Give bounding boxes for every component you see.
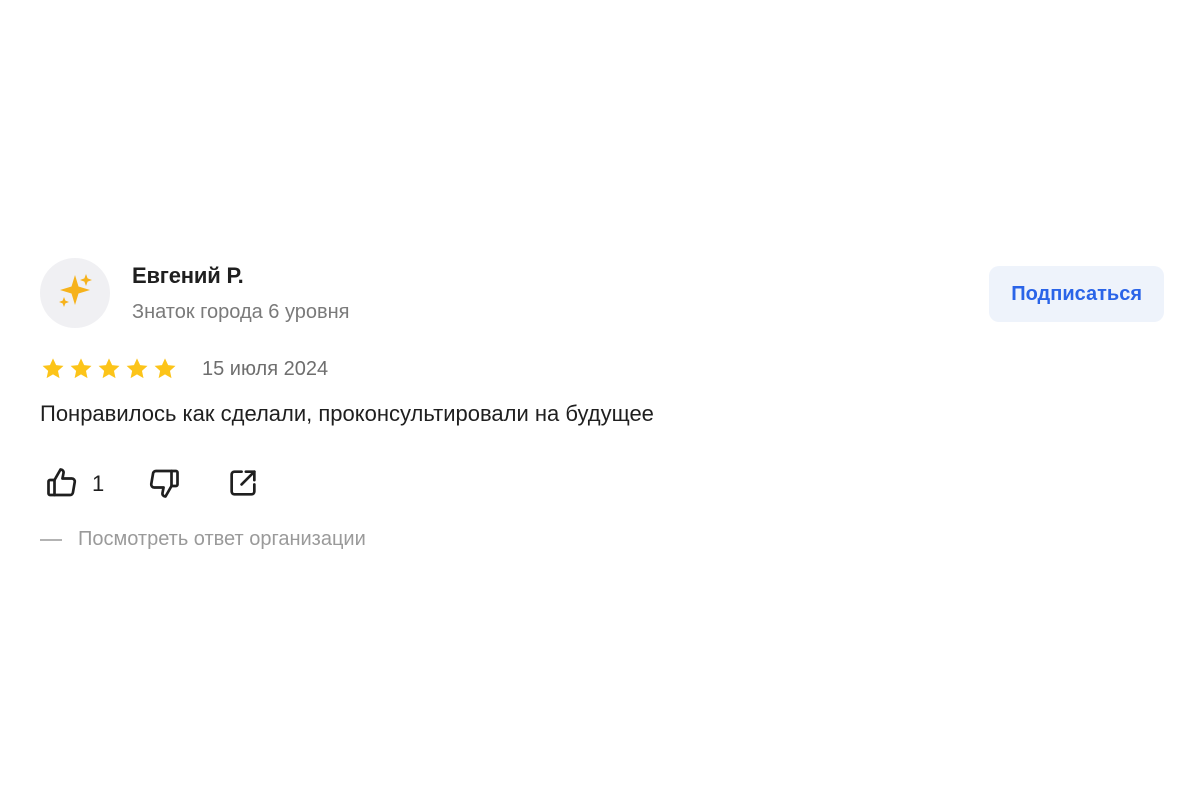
org-reply-link[interactable]: Посмотреть ответ организации xyxy=(40,528,366,551)
share-icon xyxy=(226,466,260,503)
avatar[interactable] xyxy=(40,258,110,328)
thumbs-up-icon xyxy=(44,465,80,504)
author-name[interactable]: Евгений Р. xyxy=(132,263,244,289)
star-icon xyxy=(68,356,94,382)
like-count: 1 xyxy=(92,471,105,496)
review-header: Евгений Р. Знаток города 6 уровня Подпис… xyxy=(40,258,1164,330)
review-date: 15 июля 2024 xyxy=(202,357,329,380)
dislike-button[interactable] xyxy=(146,465,182,504)
sparkles-icon xyxy=(55,271,95,316)
like-button[interactable]: 1 xyxy=(44,465,104,504)
org-reply-label: Посмотреть ответ организации xyxy=(78,528,366,550)
dash-divider xyxy=(40,538,62,541)
rating-row: 15 июля 2024 xyxy=(40,354,328,384)
review-actions: 1 xyxy=(44,464,260,504)
share-button[interactable] xyxy=(226,466,260,503)
review-text: Понравилось как сделали, проконсультиров… xyxy=(40,401,654,426)
star-icon xyxy=(40,356,66,382)
thumbs-down-icon xyxy=(146,465,182,504)
review-card: Евгений Р. Знаток города 6 уровня Подпис… xyxy=(40,258,1164,550)
subscribe-button[interactable]: Подписаться xyxy=(989,266,1164,322)
author-level: Знаток города 6 уровня xyxy=(132,301,350,323)
rating-stars xyxy=(40,356,178,382)
star-icon xyxy=(152,356,178,382)
star-icon xyxy=(124,356,150,382)
star-icon xyxy=(96,356,122,382)
